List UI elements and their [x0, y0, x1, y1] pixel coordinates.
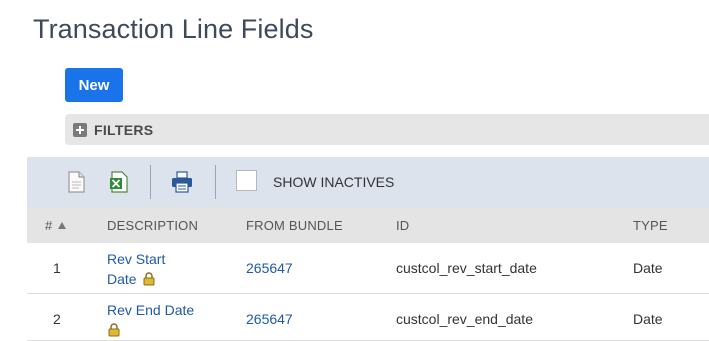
column-header-description[interactable]: DESCRIPTION	[107, 218, 198, 233]
column-header-type[interactable]: TYPE	[633, 218, 668, 233]
column-header-from-bundle[interactable]: FROM BUNDLE	[246, 218, 343, 233]
lock-icon	[143, 272, 155, 286]
lock-icon	[108, 323, 120, 337]
row-number: 1	[53, 260, 61, 276]
row-type: Date	[633, 260, 663, 276]
show-inactives-checkbox[interactable]	[236, 170, 257, 191]
excel-icon[interactable]	[107, 170, 131, 194]
table-header: # DESCRIPTION FROM BUNDLE ID TYPE	[27, 207, 709, 243]
toolbar-separator	[150, 165, 151, 199]
row-bundle-link[interactable]: 265647	[246, 311, 293, 327]
row-description-link[interactable]: Rev End Date	[107, 300, 194, 340]
row-bundle-link[interactable]: 265647	[246, 260, 293, 276]
row-id: custcol_rev_start_date	[396, 260, 537, 276]
table-row[interactable]: 2 Rev End Date 265647 custcol_rev_end_da…	[27, 294, 709, 341]
table-row[interactable]: 1 Rev Start Date 265647 custcol_rev_star…	[27, 243, 709, 294]
show-inactives-label[interactable]: SHOW INACTIVES	[273, 174, 394, 190]
row-number: 2	[53, 311, 61, 327]
filters-bar[interactable]: FILTERS	[65, 114, 709, 145]
filters-label[interactable]: FILTERS	[94, 122, 153, 138]
row-description-link[interactable]: Rev Start Date	[107, 249, 165, 289]
sort-ascending-icon[interactable]	[58, 222, 67, 229]
list-toolbar: SHOW INACTIVES	[27, 157, 709, 207]
new-button[interactable]: New	[65, 68, 123, 102]
column-header-number[interactable]: #	[45, 218, 67, 233]
toolbar-separator	[215, 165, 216, 199]
row-id: custcol_rev_end_date	[396, 311, 533, 327]
print-icon[interactable]	[170, 170, 194, 194]
row-type: Date	[633, 311, 663, 327]
page-title: Transaction Line Fields	[33, 14, 314, 44]
column-header-id[interactable]: ID	[396, 218, 409, 233]
document-icon[interactable]	[64, 170, 88, 194]
expand-plus-icon[interactable]	[73, 122, 87, 137]
